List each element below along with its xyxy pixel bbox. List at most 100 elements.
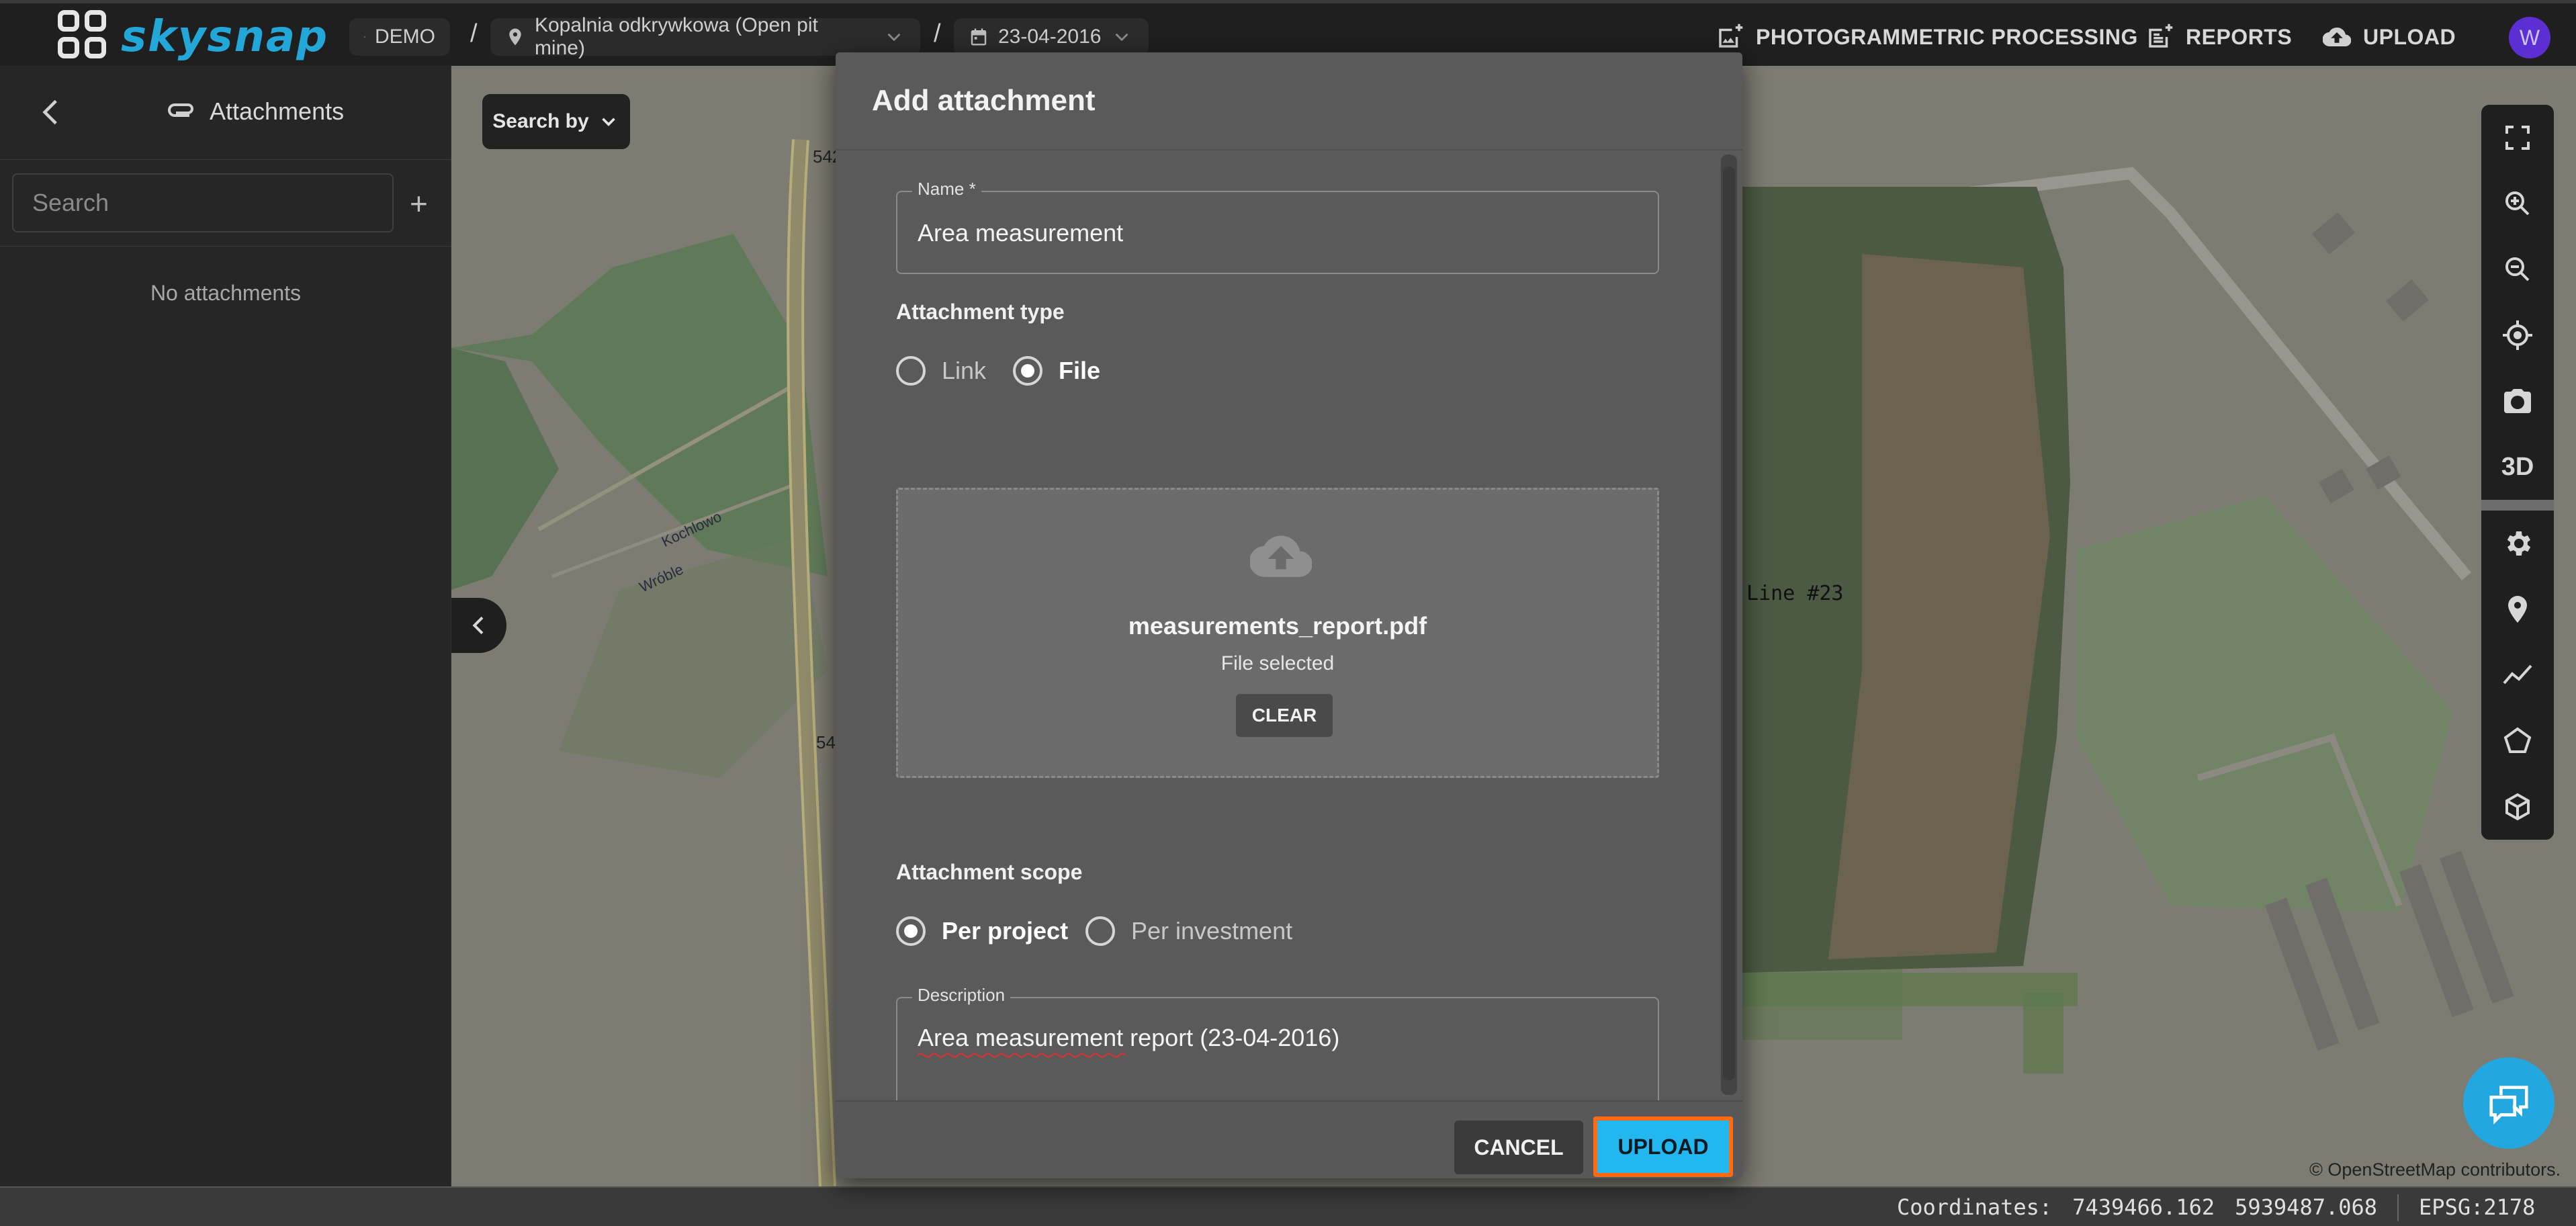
map-line-label: Line #23 (1746, 582, 1844, 605)
upload-button[interactable]: UPLOAD (1593, 1116, 1733, 1177)
logo-text: skysnap (121, 12, 329, 62)
building-icon (364, 36, 365, 38)
dialog-scrollbar[interactable] (1721, 155, 1737, 1095)
clear-file-button[interactable]: CLEAR (1236, 694, 1333, 737)
my-location-button[interactable] (2481, 302, 2554, 368)
radio-label: File (1059, 357, 1101, 384)
breadcrumb-date[interactable]: 23-04-2016 (954, 18, 1149, 56)
chevron-left-icon (472, 616, 484, 635)
chevron-down-icon (887, 33, 901, 42)
user-avatar[interactable]: W (2509, 17, 2550, 58)
breadcrumb-label: 23-04-2016 (998, 26, 1102, 48)
cloud-upload-icon (1250, 535, 1312, 577)
search-by-dropdown[interactable]: Search by (482, 94, 630, 149)
description-field-label: Description (912, 985, 1011, 1006)
chat-support-button[interactable] (2463, 1057, 2555, 1149)
add-attachment-icon[interactable]: + (410, 185, 428, 222)
location-pin-icon (2508, 596, 2527, 623)
measure-line-button[interactable] (2481, 642, 2554, 708)
radio-unchecked-icon (1085, 916, 1115, 946)
selected-file-name: measurements_report.pdf (1128, 612, 1427, 640)
search-by-label: Search by (492, 110, 589, 132)
breadcrumb-separator: / (470, 19, 478, 48)
dialog-title: Add attachment (836, 52, 1742, 150)
upload-top-button[interactable]: UPLOAD (2323, 18, 2456, 56)
image-add-icon (1719, 24, 1743, 48)
breadcrumb-label: Kopalnia odkrywkowa (Open pit mine) (534, 14, 818, 59)
photogrammetric-processing-button[interactable]: PHOTOGRAMMETRIC PROCESSING (1716, 18, 2138, 56)
chevron-down-icon (601, 118, 615, 126)
attachment-type-label: Attachment type (896, 300, 1065, 324)
zoom-in-icon (2505, 191, 2530, 216)
settings-button[interactable] (2481, 511, 2554, 576)
chat-icon (2489, 1086, 2528, 1125)
scrollbar-thumb[interactable] (1723, 167, 1735, 1080)
dialog-footer: CANCEL UPLOAD (836, 1100, 1742, 1178)
spellcheck-underline (918, 1053, 1126, 1058)
radio-checked-icon (1013, 356, 1042, 386)
map-attribution[interactable]: © OpenStreetMap contributors. (2309, 1159, 2561, 1180)
reports-button[interactable]: REPORTS (2145, 18, 2292, 56)
polygon-icon (2503, 727, 2532, 753)
gear-icon (2507, 531, 2531, 556)
coordinates-label: Coordinates: (1897, 1194, 2053, 1220)
fullscreen-icon (2505, 126, 2530, 150)
empty-state-text: No attachments (150, 281, 302, 305)
scope-project-radio[interactable]: Per project (896, 916, 1068, 946)
screenshot-button[interactable] (2481, 368, 2554, 434)
add-marker-button[interactable] (2481, 576, 2554, 642)
measure-area-button[interactable] (2481, 708, 2554, 774)
zoom-out-button[interactable] (2481, 236, 2554, 302)
cancel-button[interactable]: CANCEL (1454, 1121, 1583, 1174)
location-pin-icon (509, 28, 521, 46)
status-divider (2397, 1194, 2399, 1221)
zoom-in-button[interactable] (2481, 171, 2554, 236)
logo-mark-icon (58, 10, 112, 64)
scope-investment-radio[interactable]: Per investment (1085, 916, 1292, 946)
fullscreen-button[interactable] (2481, 105, 2554, 171)
status-bar: Coordinates: 7439466.162 5939487.068 EPS… (0, 1186, 2576, 1226)
report-add-icon (2149, 24, 2173, 48)
type-file-radio[interactable]: File (1013, 356, 1100, 386)
cloud-upload-icon (2323, 27, 2351, 47)
attachment-scope-label: Attachment scope (896, 860, 1083, 884)
skysnap-logo[interactable]: skysnap (58, 10, 328, 64)
map-toolbar: 3D (2481, 105, 2554, 840)
attachments-search-input[interactable]: Search (12, 173, 394, 232)
polyline-icon (2503, 664, 2532, 685)
crosshair-icon (2503, 320, 2532, 350)
collapse-sidebar-button[interactable] (451, 598, 506, 653)
chevron-down-icon (1115, 33, 1128, 42)
sidebar-title: Attachments (167, 95, 344, 128)
action-label: PHOTOGRAMMETRIC PROCESSING (1756, 24, 2138, 49)
breadcrumb-project[interactable]: Kopalnia odkrywkowa (Open pit mine) (490, 14, 920, 59)
name-field-label: Name * (912, 179, 981, 200)
sidebar-divider (0, 246, 451, 247)
file-dropzone[interactable]: measurements_report.pdf File selected CL… (896, 488, 1659, 778)
add-attachment-dialog: Add attachment Name * Area measurement A… (836, 52, 1742, 1178)
coordinate-x: 7439466.162 (2072, 1194, 2215, 1220)
attachments-sidebar: Attachments Search + No attachments (0, 66, 451, 1186)
radio-label: Per investment (1131, 917, 1293, 945)
back-arrow-icon[interactable] (35, 95, 69, 129)
dialog-body: Name * Area measurement Attachment type … (836, 150, 1742, 1150)
3d-view-button[interactable]: 3D (2481, 434, 2554, 500)
breadcrumb-organization[interactable]: DEMO (349, 18, 450, 56)
coordinate-y: 5939487.068 (2235, 1194, 2378, 1220)
sidebar-title-label: Attachments (210, 97, 345, 125)
toolbar-divider (2481, 500, 2554, 511)
coordinates-readout: Coordinates: 7439466.162 5939487.068 EPS… (1897, 1194, 2535, 1221)
breadcrumb-separator: / (934, 19, 941, 48)
action-label: UPLOAD (2363, 24, 2456, 49)
measure-volume-button[interactable] (2481, 774, 2554, 840)
breadcrumb-label: DEMO (375, 26, 435, 48)
sidebar-header: Attachments (0, 66, 451, 160)
type-link-radio[interactable]: Link (896, 356, 986, 386)
name-field-value: Area measurement (918, 219, 1124, 247)
name-field[interactable]: Name * Area measurement (896, 179, 1659, 274)
camera-icon (2504, 389, 2531, 413)
zoom-out-icon (2505, 257, 2530, 281)
description-field-value: Area measurement report (23-04-2016) (918, 1024, 1340, 1051)
epsg-code: EPSG:2178 (2419, 1194, 2536, 1220)
street-label: 54 (816, 732, 836, 752)
